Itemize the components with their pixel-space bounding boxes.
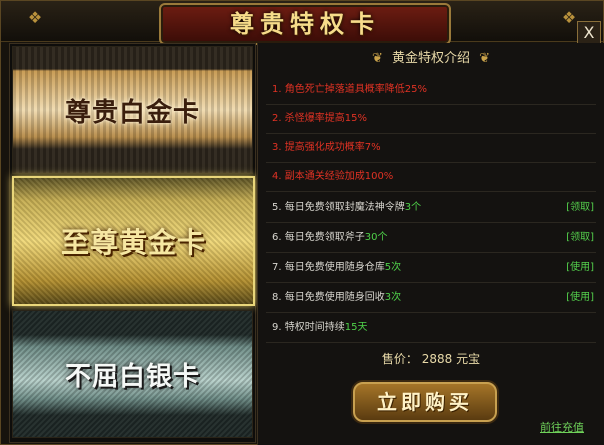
- ornament-left-icon: ❖: [27, 8, 43, 27]
- benefit-text-main: 9. 特权时间持续: [272, 322, 345, 333]
- benefit-row-9: 9. 特权时间持续15天: [266, 313, 596, 343]
- benefit-header: ❦ 黄金特权介绍 ❦: [258, 43, 604, 71]
- price-unit: 元宝: [456, 352, 481, 366]
- price-value: 2888: [421, 352, 453, 366]
- benefit-amount: 3次: [384, 292, 402, 303]
- close-button[interactable]: X: [577, 21, 601, 45]
- use-link[interactable]: [使用]: [566, 253, 594, 282]
- card-gold-selected[interactable]: 至尊黄金卡: [12, 176, 255, 306]
- benefit-row-2: 2. 杀怪爆率提高15%: [266, 104, 596, 134]
- benefit-row-4: 4. 副本通关经验加成100%: [266, 162, 596, 192]
- buy-now-button[interactable]: 立即购买: [353, 382, 497, 422]
- benefit-text: 9. 特权时间持续15天: [272, 313, 367, 342]
- window-title: 尊贵特权卡: [230, 9, 380, 38]
- benefit-text: 1. 角色死亡掉落道具概率降低25%: [272, 84, 427, 95]
- benefit-row-6: 6. 每日免费领取斧子30个 [领取]: [266, 223, 596, 253]
- use-link[interactable]: [使用]: [566, 283, 594, 312]
- benefit-header-title: 黄金特权介绍: [391, 51, 470, 66]
- card-platinum[interactable]: 尊贵白金卡: [12, 46, 253, 174]
- title-bar: ❖ ❖ 尊贵特权卡 X: [1, 1, 603, 45]
- benefit-text-main: 8. 每日免费使用随身回收: [272, 292, 385, 303]
- price-label: 售价：: [381, 352, 418, 366]
- benefit-panel: ❦ 黄金特权介绍 ❦ 1. 角色死亡掉落道具概率降低25% 2. 杀怪爆率提高1…: [257, 43, 604, 445]
- card-silver-label: 不屈白银卡: [64, 361, 200, 392]
- benefit-text: 8. 每日免费使用随身回收3次: [272, 283, 401, 312]
- benefit-text: 6. 每日免费领取斧子30个: [272, 223, 387, 252]
- benefit-text: 3. 提高强化成功概率7%: [272, 142, 381, 153]
- benefit-text: 2. 杀怪爆率提高15%: [272, 113, 367, 124]
- benefit-text: 4. 副本通关经验加成100%: [272, 171, 394, 182]
- benefit-text-main: 5. 每日免费领取封魔法神令牌: [272, 202, 405, 213]
- benefit-amount: 15天: [344, 322, 368, 333]
- title-plaque: 尊贵特权卡: [159, 3, 451, 45]
- benefit-text: 5. 每日免费领取封魔法神令牌3个: [272, 193, 421, 222]
- benefit-amount: 5次: [384, 262, 402, 273]
- wing-right-icon: ❦: [479, 51, 490, 66]
- card-selector: 尊贵白金卡 至尊黄金卡 不屈白银卡: [9, 43, 256, 443]
- claim-link[interactable]: [领取]: [566, 223, 594, 252]
- benefit-row-7: 7. 每日免费使用随身仓库5次 [使用]: [266, 253, 596, 283]
- price-display: 售价： 2888 元宝: [258, 350, 604, 367]
- benefit-row-3: 3. 提高强化成功概率7%: [266, 133, 596, 163]
- privilege-card-window: ❖ ❖ 尊贵特权卡 X 尊贵白金卡 至尊黄金卡 不屈白银卡 ❦ 黄金特权介绍 ❦…: [0, 0, 604, 445]
- claim-link[interactable]: [领取]: [566, 193, 594, 222]
- benefit-row-8: 8. 每日免费使用随身回收3次 [使用]: [266, 283, 596, 313]
- benefit-row-1: 1. 角色死亡掉落道具概率降低25%: [266, 75, 596, 105]
- wing-left-icon: ❦: [371, 51, 383, 66]
- card-platinum-label: 尊贵白金卡: [64, 97, 200, 128]
- benefit-text-main: 6. 每日免费领取斧子: [272, 232, 365, 243]
- benefit-text-main: 7. 每日免费使用随身仓库: [272, 262, 385, 273]
- benefit-amount: 30个: [364, 232, 388, 243]
- benefit-row-5: 5. 每日免费领取封魔法神令牌3个 [领取]: [266, 193, 596, 223]
- recharge-link[interactable]: 前往充值: [540, 419, 584, 435]
- card-silver[interactable]: 不屈白银卡: [12, 310, 253, 438]
- card-gold-label: 至尊黄金卡: [60, 226, 206, 259]
- benefit-text: 7. 每日免费使用随身仓库5次: [272, 253, 401, 282]
- benefit-amount: 3个: [404, 202, 422, 213]
